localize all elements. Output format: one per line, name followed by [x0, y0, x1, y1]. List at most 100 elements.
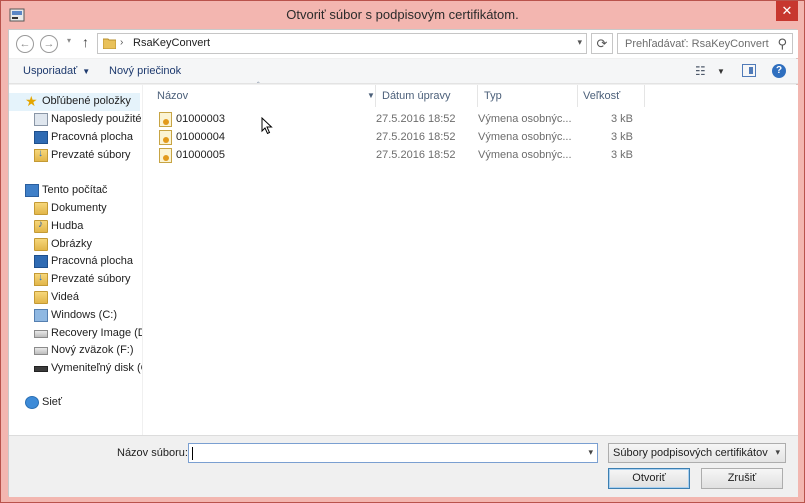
file-row[interactable]: 01000004 27.5.2016 18:52 Výmena osobnýc.…: [143, 129, 798, 147]
up-button[interactable]: ↑: [82, 34, 89, 50]
breadcrumb-rsakeyconvert[interactable]: RsaKeyConvert: [133, 37, 210, 49]
computer-icon: [25, 184, 39, 197]
filename-dropdown-icon[interactable]: ▾: [588, 447, 593, 458]
open-file-dialog: Otvoriť súbor s podpisovým certifikátom.…: [0, 0, 805, 503]
file-list: Názov ˆ ▼ Dátum úpravy Typ Veľkosť 01000…: [143, 81, 798, 435]
file-type-filter-value: Súbory podpisových certifikátov: [613, 447, 768, 459]
address-row: ← → ▾ ↑ › RsaKeyConvert ▾ ⟳ Prehľadávať:…: [9, 30, 798, 58]
address-dropdown-icon[interactable]: ▾: [577, 37, 582, 48]
drive-icon: [34, 347, 48, 355]
nav-item-label: Vymeniteľný disk (G: [51, 362, 142, 374]
drive-icon: [34, 330, 48, 338]
refresh-button[interactable]: ⟳: [591, 33, 613, 54]
network-icon: [25, 396, 39, 409]
file-modified: 27.5.2016 18:52: [376, 131, 456, 143]
caret-down-icon: ▼: [82, 67, 91, 76]
file-type: Výmena osobnýc...: [478, 149, 572, 161]
nav-favorites[interactable]: ★ Obľúbené položky: [9, 93, 140, 111]
column-header-type[interactable]: Typ: [484, 85, 577, 107]
forward-button[interactable]: →: [40, 35, 58, 53]
nav-item-label: Pracovná plocha: [51, 131, 133, 143]
column-name-label: Názov: [157, 90, 189, 102]
window-title: Otvoriť súbor s podpisovým certifikátom.: [286, 7, 519, 22]
bottom-panel: Názov súboru: ▾ Súbory podpisových certi…: [9, 435, 798, 497]
file-row[interactable]: 01000003 27.5.2016 18:52 Výmena osobnýc.…: [143, 111, 798, 129]
column-type-label: Typ: [484, 90, 502, 102]
view-dropdown-icon[interactable]: ▼: [717, 67, 725, 76]
close-icon: ✕: [781, 3, 793, 18]
nav-item-label: Prevzaté súbory: [51, 273, 131, 285]
title-bar[interactable]: Otvoriť súbor s podpisovým certifikátom.…: [1, 1, 804, 29]
up-arrow-icon: ↑: [82, 34, 89, 50]
nav-item-label: Windows (C:): [51, 309, 118, 321]
search-input[interactable]: Prehľadávať: RsaKeyConvert ⚲: [617, 33, 793, 54]
recent-places-icon: [34, 113, 48, 126]
filename-input[interactable]: ▾: [188, 443, 598, 463]
filename-label: Názov súboru:: [117, 447, 188, 459]
address-bar[interactable]: › RsaKeyConvert ▾: [97, 33, 587, 54]
certificate-file-icon: [159, 112, 172, 127]
dialog-client-area: ← → ▾ ↑ › RsaKeyConvert ▾ ⟳ Prehľadávať:…: [8, 29, 798, 497]
search-icon[interactable]: ⚲: [777, 36, 787, 52]
column-divider[interactable]: [644, 85, 645, 107]
file-type: Výmena osobnýc...: [478, 113, 572, 125]
column-filter-dropdown-icon[interactable]: ▼: [367, 91, 375, 100]
column-header-name[interactable]: Názov: [157, 85, 375, 107]
sort-indicator-icon: ˆ: [257, 81, 260, 90]
back-arrow-icon: ←: [19, 38, 31, 50]
file-size: 3 kB: [610, 131, 633, 143]
close-button[interactable]: ✕: [776, 1, 798, 21]
file-name: 01000003: [176, 113, 225, 125]
pictures-icon: [34, 238, 48, 251]
chevron-down-icon: ▾: [775, 447, 780, 457]
column-header-modified[interactable]: Dátum úpravy: [382, 85, 477, 107]
column-modified-label: Dátum úpravy: [382, 90, 451, 102]
mouse-pointer-icon: [261, 117, 273, 135]
desktop-icon: [34, 131, 48, 144]
file-row[interactable]: 01000005 27.5.2016 18:52 Výmena osobnýc.…: [143, 147, 798, 165]
file-size: 3 kB: [610, 113, 633, 125]
file-modified: 27.5.2016 18:52: [376, 149, 456, 161]
cancel-button[interactable]: Zrušiť: [701, 468, 783, 489]
file-size: 3 kB: [610, 149, 633, 161]
command-toolbar: Usporiadať ▼ Nový priečinok ☷ ▼ ?: [9, 59, 798, 84]
back-button[interactable]: ←: [16, 35, 34, 53]
help-icon[interactable]: ?: [772, 64, 786, 78]
organize-label: Usporiadať: [23, 65, 78, 77]
nav-network-label: Sieť: [42, 396, 63, 408]
nav-this-pc-label: Tento počítač: [42, 184, 108, 196]
column-divider[interactable]: [577, 85, 578, 107]
downloads-icon: [34, 272, 48, 286]
downloads-icon: [34, 148, 48, 162]
music-icon: [34, 219, 48, 233]
removable-drive-icon: [34, 366, 48, 372]
forward-arrow-icon: →: [43, 38, 55, 50]
nav-item-label: Nový zväzok (F:): [51, 344, 134, 356]
star-icon: ★: [25, 93, 38, 109]
view-options-icon[interactable]: ☷: [695, 64, 706, 78]
certificate-file-icon: [159, 130, 172, 145]
nav-item-label: Pracovná plocha: [51, 255, 133, 267]
file-type-filter-select[interactable]: Súbory podpisových certifikátov ▾: [608, 443, 786, 463]
column-divider[interactable]: [477, 85, 478, 107]
nav-item-label: Naposledy použité: [51, 113, 142, 125]
chevron-down-icon: ▾: [67, 36, 72, 45]
open-button[interactable]: Otvoriť: [608, 468, 690, 489]
recent-locations-button[interactable]: ▾: [67, 36, 71, 45]
folder-icon: [103, 38, 116, 49]
navigation-pane: ★ Obľúbené položky Naposledy použité Pra…: [9, 85, 142, 435]
certificate-file-icon: [159, 148, 172, 163]
nav-item-label: Obrázky: [51, 238, 92, 250]
file-name: 01000005: [176, 149, 225, 161]
documents-icon: [34, 202, 48, 215]
new-folder-button[interactable]: Nový priečinok: [109, 65, 181, 77]
column-divider[interactable]: [375, 85, 376, 107]
nav-favorites-label: Obľúbené položky: [42, 95, 131, 107]
column-header-size[interactable]: Veľkosť: [583, 85, 643, 107]
videos-icon: [34, 291, 48, 304]
file-modified: 27.5.2016 18:52: [376, 113, 456, 125]
preview-pane-icon[interactable]: [742, 64, 756, 77]
breadcrumb-separator-icon[interactable]: ›: [120, 37, 123, 48]
nav-item-label: Prevzaté súbory: [51, 149, 131, 161]
organize-button[interactable]: Usporiadať ▼: [23, 65, 90, 77]
